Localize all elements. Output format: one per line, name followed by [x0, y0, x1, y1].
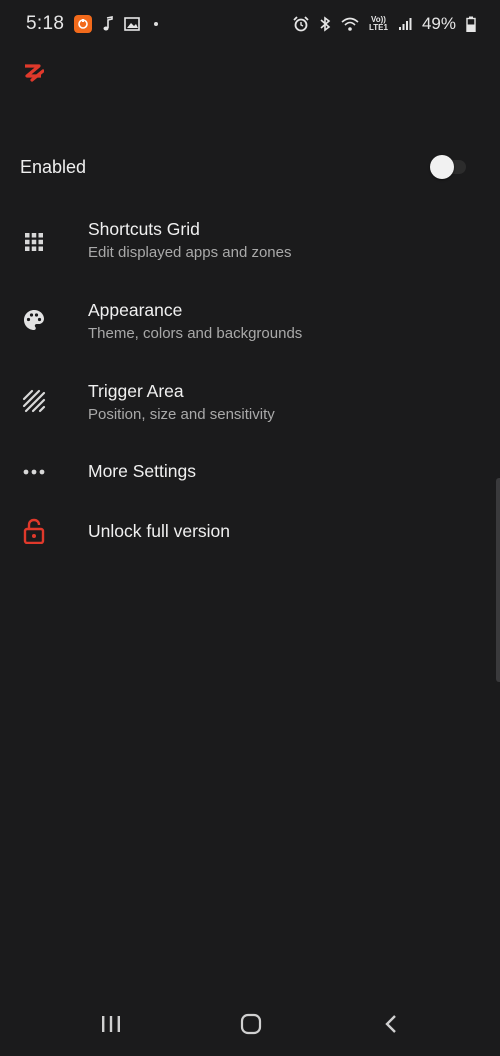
edge-panel-handle[interactable]	[496, 478, 500, 682]
menu-title: Trigger Area	[88, 381, 184, 401]
menu-subtitle: Position, size and sensitivity	[88, 406, 275, 423]
image-icon	[124, 17, 140, 31]
recents-icon[interactable]	[97, 1012, 125, 1036]
dot-icon	[154, 22, 159, 26]
status-bar: 5:18 Vo)) LTE1 49%	[0, 0, 500, 48]
enabled-row[interactable]: Enabled	[0, 143, 500, 191]
enabled-label: Enabled	[20, 156, 87, 177]
menu-text-appearance: Appearance Theme, colors and backgrounds	[88, 300, 302, 342]
more-dots-icon	[22, 460, 46, 484]
back-icon[interactable]	[377, 1012, 405, 1036]
status-time: 5:18	[26, 13, 65, 34]
status-bar-right: Vo)) LTE1 49%	[293, 14, 476, 34]
menu-item-unlock-full-version[interactable]: Unlock full version	[0, 512, 500, 552]
status-bar-left: 5:18	[26, 13, 159, 35]
grid-icon	[22, 230, 46, 254]
lte-indicator: Vo)) LTE1	[369, 16, 388, 32]
wifi-icon	[341, 17, 359, 31]
menu-subtitle: Edit displayed apps and zones	[88, 244, 292, 261]
battery-percent: 49%	[421, 14, 456, 33]
app-logo-icon	[24, 64, 45, 87]
menu-item-appearance[interactable]: Appearance Theme, colors and backgrounds	[0, 293, 500, 353]
battery-icon	[466, 16, 476, 32]
enabled-toggle[interactable]	[430, 155, 470, 179]
lock-icon	[22, 518, 46, 544]
menu-title: Shortcuts Grid	[88, 219, 200, 239]
menu-text-unlock-full-version: Unlock full version	[88, 521, 230, 542]
home-icon[interactable]	[237, 1012, 265, 1036]
lte-bottom-label: LTE1	[369, 23, 388, 32]
app-notification-icon	[74, 15, 93, 33]
palette-icon	[22, 308, 46, 332]
signal-icon	[398, 17, 412, 31]
music-note-icon	[102, 16, 114, 32]
menu-text-trigger-area: Trigger Area Position, size and sensitiv…	[88, 381, 275, 423]
menu-item-shortcuts-grid[interactable]: Shortcuts Grid Edit displayed apps and z…	[0, 212, 500, 272]
menu-item-trigger-area[interactable]: Trigger Area Position, size and sensitiv…	[0, 374, 500, 434]
menu-text-shortcuts-grid: Shortcuts Grid Edit displayed apps and z…	[88, 219, 291, 261]
menu-title: Appearance	[88, 300, 183, 320]
bluetooth-icon	[319, 16, 331, 32]
navigation-bar	[0, 996, 500, 1056]
toggle-thumb	[430, 155, 454, 179]
alarm-icon	[293, 16, 309, 32]
menu-title: Unlock full version	[88, 521, 230, 541]
menu-subtitle: Theme, colors and backgrounds	[88, 325, 303, 342]
menu-text-more-settings: More Settings	[88, 461, 196, 482]
trigger-area-icon	[22, 389, 46, 413]
menu-title: More Settings	[88, 461, 196, 481]
menu-item-more-settings[interactable]: More Settings	[0, 452, 500, 492]
